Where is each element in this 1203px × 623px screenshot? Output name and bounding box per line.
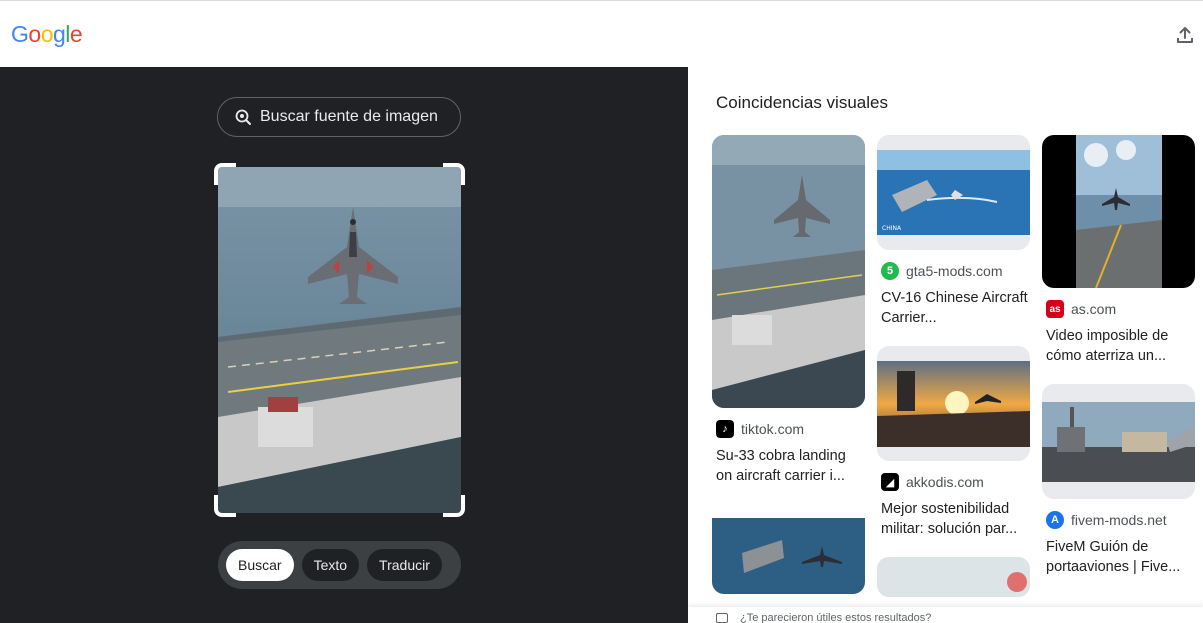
- mode-text-button[interactable]: Texto: [301, 549, 360, 581]
- result-site: 5 gta5-mods.com: [881, 262, 1030, 280]
- lens-search-icon: [235, 109, 251, 125]
- upload-icon[interactable]: [1175, 25, 1195, 45]
- results-column-3: as as.com Video imposible de cómo aterri…: [1042, 135, 1195, 595]
- as-favicon-icon: as: [1046, 300, 1064, 318]
- find-image-source-button[interactable]: Buscar fuente de imagen: [217, 97, 461, 137]
- fivem-favicon-icon: A: [1046, 511, 1064, 529]
- result-thumbnail: [1042, 384, 1195, 499]
- result-site: A fivem-mods.net: [1046, 511, 1195, 529]
- result-title[interactable]: FiveM Guión de portaaviones | Five...: [1046, 537, 1195, 577]
- feedback-text: ¿Te parecieron útiles estos resultados?: [740, 612, 932, 623]
- result-card[interactable]: as as.com Video imposible de cómo aterri…: [1042, 135, 1195, 366]
- mode-switcher: Buscar Texto Traducir: [218, 541, 461, 589]
- query-image-crop[interactable]: [214, 163, 465, 517]
- svg-text:CHINA: CHINA: [882, 225, 902, 232]
- result-site-name: as.com: [1071, 301, 1117, 317]
- result-title[interactable]: Mejor sostenibilidad militar: solución p…: [881, 499, 1030, 539]
- top-bar: Google: [0, 0, 1203, 67]
- result-card[interactable]: [712, 504, 865, 594]
- results-pane: Coincidencias visuales ♪ tiktok.com Su-3…: [688, 67, 1203, 623]
- mode-translate-button[interactable]: Traducir: [367, 549, 442, 581]
- logo-letter: g: [52, 21, 66, 47]
- gta5mods-favicon-icon: 5: [881, 262, 899, 280]
- result-thumbnail: [712, 135, 865, 408]
- result-thumbnail: CHINA: [877, 135, 1030, 250]
- logo-letter: e: [69, 21, 83, 47]
- result-thumbnail: [877, 557, 1030, 597]
- find-image-source-label: Buscar fuente de imagen: [260, 108, 438, 125]
- tiktok-favicon-icon: ♪: [716, 420, 734, 438]
- result-site-name: tiktok.com: [741, 421, 805, 437]
- result-title[interactable]: Video imposible de cómo aterriza un...: [1046, 326, 1195, 366]
- result-site: as as.com: [1046, 300, 1195, 318]
- akkodis-favicon-icon: ◢: [881, 473, 899, 491]
- crop-handle-bottom-left[interactable]: [214, 495, 236, 517]
- feedback-bar[interactable]: ¿Te parecieron útiles estos resultados?: [688, 607, 1203, 623]
- crop-handle-bottom-right[interactable]: [443, 495, 465, 517]
- logo-letter: o: [28, 21, 41, 47]
- result-thumbnail: [877, 346, 1030, 461]
- result-card[interactable]: ♪ tiktok.com Su-33 cobra landing on airc…: [712, 135, 865, 486]
- result-card[interactable]: CHINA 5 gta5-mods.com CV-16 Chinese Airc…: [877, 135, 1030, 328]
- logo-letter: o: [40, 21, 54, 47]
- visual-matches-title: Coincidencias visuales: [716, 93, 888, 112]
- result-title[interactable]: CV-16 Chinese Aircraft Carrier...: [881, 288, 1030, 328]
- feedback-icon: [716, 613, 728, 623]
- result-site: ♪ tiktok.com: [716, 420, 865, 438]
- crop-handle-top-right[interactable]: [443, 163, 465, 185]
- result-site-name: gta5-mods.com: [906, 263, 1003, 279]
- result-site-name: fivem-mods.net: [1071, 512, 1167, 528]
- results-column-2: CHINA 5 gta5-mods.com CV-16 Chinese Airc…: [877, 135, 1030, 615]
- result-site: ◢ akkodis.com: [881, 473, 1030, 491]
- results-column-1: ♪ tiktok.com Su-33 cobra landing on airc…: [712, 135, 865, 612]
- result-site-name: akkodis.com: [906, 474, 984, 490]
- crop-handle-top-left[interactable]: [214, 163, 236, 185]
- result-thumbnail: [1042, 135, 1195, 288]
- result-title[interactable]: Su-33 cobra landing on aircraft carrier …: [716, 446, 865, 486]
- google-logo[interactable]: Google: [11, 21, 83, 48]
- result-card[interactable]: ◢ akkodis.com Mejor sostenibilidad milit…: [877, 346, 1030, 539]
- result-card[interactable]: A fivem-mods.net FiveM Guión de portaavi…: [1042, 384, 1195, 577]
- result-thumbnail: [712, 504, 865, 594]
- query-image: [218, 167, 461, 513]
- mode-search-button[interactable]: Buscar: [226, 549, 294, 581]
- result-card[interactable]: [877, 557, 1030, 597]
- image-query-pane: Buscar fuente de imagen Buscar Texto Tra…: [0, 67, 688, 623]
- logo-letter: G: [11, 21, 29, 47]
